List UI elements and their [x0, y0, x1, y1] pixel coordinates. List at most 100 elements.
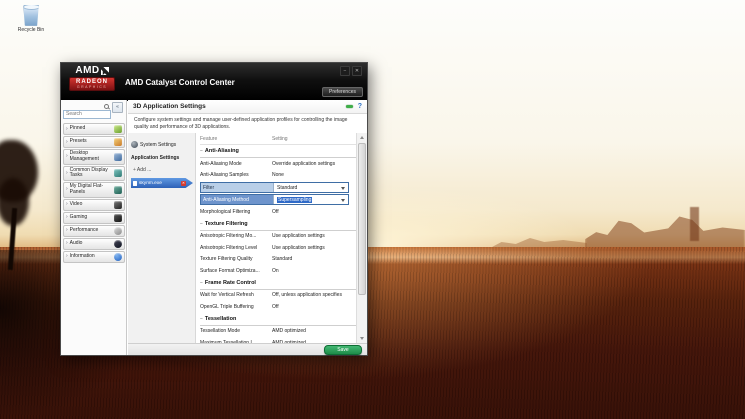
- features-scrollbar[interactable]: [356, 133, 367, 343]
- save-button[interactable]: Save: [324, 345, 362, 355]
- presets-icon: [114, 138, 122, 146]
- row-tessellation-mode[interactable]: Tessellation Mode AMD optimized: [200, 326, 356, 338]
- display-tasks-icon: [114, 169, 122, 177]
- section-anti-aliasing[interactable]: − Anti-Aliasing: [200, 145, 356, 158]
- sidebar-search-row: «: [63, 102, 125, 120]
- chevron-right-icon: ›: [66, 154, 68, 159]
- gear-icon: [131, 141, 138, 148]
- catalyst-control-center-window: AMD RADEON GRAPHICS AMD Catalyst Control…: [60, 62, 368, 356]
- chevron-right-icon: ›: [66, 171, 68, 176]
- search-icon: [104, 104, 109, 109]
- selected-application-item[interactable]: skyrim.exe ✕: [131, 178, 193, 188]
- scroll-up-button[interactable]: [357, 133, 367, 142]
- section-frame-rate-control[interactable]: − Frame Rate Control: [200, 277, 356, 290]
- performance-icon: [114, 227, 122, 235]
- video-icon: [114, 201, 122, 209]
- column-headers: Feature Setting: [200, 133, 356, 145]
- sidebar-item-desktop-management[interactable]: › Desktop Management: [63, 149, 125, 165]
- plus-icon: +: [133, 167, 136, 173]
- chevron-right-icon: ›: [66, 187, 68, 192]
- gaming-icon: [114, 214, 122, 222]
- radeon-graphics-badge: RADEON GRAPHICS: [69, 77, 115, 91]
- chevron-down-icon: [341, 187, 345, 190]
- executable-icon: [133, 181, 137, 186]
- content-body: System Settings Application Settings +Ad…: [128, 133, 367, 343]
- row-anti-aliasing-samples[interactable]: Anti-Aliasing Samples None: [200, 170, 356, 182]
- application-name: skyrim.exe: [139, 181, 181, 186]
- row-anisotropic-filtering-level[interactable]: Anisotropic Filtering Level Use applicat…: [200, 242, 356, 254]
- anti-aliasing-method-dropdown[interactable]: Supersampling: [273, 195, 348, 204]
- remove-application-icon[interactable]: ✕: [181, 181, 186, 186]
- chevron-right-icon: ›: [66, 228, 68, 233]
- chevron-right-icon: ›: [66, 241, 68, 246]
- window-titlebar: AMD RADEON GRAPHICS AMD Catalyst Control…: [61, 63, 367, 101]
- window-title: AMD Catalyst Control Center: [125, 78, 235, 87]
- chevron-right-icon: ›: [66, 127, 68, 132]
- row-texture-filtering-quality[interactable]: Texture Filtering Quality Standard: [200, 254, 356, 266]
- section-tessellation[interactable]: − Tessellation: [200, 313, 356, 326]
- triangle-up-icon: [360, 136, 364, 139]
- ruin-silhouette: [585, 209, 745, 251]
- sidebar-collapse-button[interactable]: «: [112, 102, 123, 113]
- scrollbar-thumb[interactable]: [358, 143, 366, 295]
- flat-panel-icon: [114, 186, 122, 194]
- application-list-panel: System Settings Application Settings +Ad…: [128, 133, 196, 343]
- system-settings-item[interactable]: System Settings: [131, 141, 193, 148]
- add-application-button[interactable]: +Add ...: [131, 167, 193, 173]
- sidebar-item-digital-flat-panels[interactable]: › My Digital Flat-Panels: [63, 182, 125, 198]
- search-input[interactable]: [63, 110, 111, 119]
- row-wait-for-vertical-refresh[interactable]: Wait for Vertical Refresh Off, unless ap…: [200, 290, 356, 302]
- audio-icon: [114, 240, 122, 248]
- help-icon[interactable]: ?: [358, 103, 362, 110]
- information-icon: [114, 253, 122, 261]
- sidebar-item-gaming[interactable]: › Gaming: [63, 212, 125, 224]
- row-anti-aliasing-method[interactable]: Anti-Aliasing Method Supersampling: [200, 194, 349, 205]
- window-controls: − ✕: [340, 66, 362, 76]
- recycle-bin-label: Recycle Bin: [10, 28, 52, 34]
- page-title: 3D Application Settings: [133, 103, 346, 110]
- triangle-down-icon: [360, 337, 364, 340]
- sidebar-item-pinned[interactable]: › Pinned: [63, 123, 125, 135]
- pin-icon: [114, 125, 122, 133]
- close-button[interactable]: ✕: [352, 66, 362, 76]
- amd-radeon-logo: AMD RADEON GRAPHICS: [66, 65, 118, 91]
- feature-settings-list: Feature Setting − Anti-Aliasing Anti-Ali…: [196, 133, 356, 343]
- collapse-page-icon[interactable]: [346, 105, 353, 108]
- sidebar-item-presets[interactable]: › Presets: [63, 136, 125, 148]
- chevron-right-icon: ›: [66, 254, 68, 259]
- tree-silhouette: [0, 140, 65, 275]
- page-header: 3D Application Settings ?: [128, 100, 367, 114]
- chevron-down-icon: [341, 199, 345, 202]
- collapse-icon[interactable]: −: [200, 221, 203, 227]
- row-morphological-filtering[interactable]: Morphological Filtering Off: [200, 206, 356, 218]
- scroll-down-button[interactable]: [357, 334, 367, 343]
- row-anisotropic-filtering-mode[interactable]: Anisotropic Filtering Mo... Use applicat…: [200, 231, 356, 243]
- preferences-button[interactable]: Preferences: [322, 87, 363, 97]
- sidebar-item-information[interactable]: › Information: [63, 251, 125, 263]
- navigation-sidebar: « › Pinned › Presets › Desktop Managemen…: [61, 100, 127, 355]
- chevron-right-icon: ›: [66, 215, 68, 220]
- sidebar-item-video[interactable]: › Video: [63, 199, 125, 211]
- desktop-management-icon: [114, 153, 122, 161]
- row-opengl-triple-buffering[interactable]: OpenGL Triple Buffering Off: [200, 301, 356, 313]
- window-footer: Save: [128, 343, 367, 355]
- row-anti-aliasing-mode[interactable]: Anti-Aliasing Mode Override application …: [200, 158, 356, 170]
- main-pane: 3D Application Settings ? Configure syst…: [128, 100, 367, 355]
- sidebar-item-common-display-tasks[interactable]: › Common Display Tasks: [63, 166, 125, 182]
- collapse-icon[interactable]: −: [200, 148, 203, 154]
- amd-brand-text: AMD: [75, 65, 99, 76]
- sidebar-item-audio[interactable]: › Audio: [63, 238, 125, 250]
- recycle-bin-icon[interactable]: [23, 5, 40, 26]
- row-surface-format-optimization[interactable]: Surface Format Optimiza... On: [200, 265, 356, 277]
- application-settings-heading: Application Settings: [131, 155, 193, 161]
- collapse-icon[interactable]: −: [200, 316, 203, 322]
- section-texture-filtering[interactable]: − Texture Filtering: [200, 218, 356, 231]
- wallpaper-ruins: [415, 203, 745, 251]
- filter-dropdown[interactable]: Standard: [273, 183, 348, 192]
- collapse-icon[interactable]: −: [200, 280, 203, 286]
- chevron-right-icon: ›: [66, 202, 68, 207]
- recycle-bin-shortcut[interactable]: Recycle Bin: [10, 5, 52, 34]
- sidebar-item-performance[interactable]: › Performance: [63, 225, 125, 237]
- minimize-button[interactable]: −: [340, 66, 350, 76]
- row-filter[interactable]: Filter Standard: [200, 182, 349, 193]
